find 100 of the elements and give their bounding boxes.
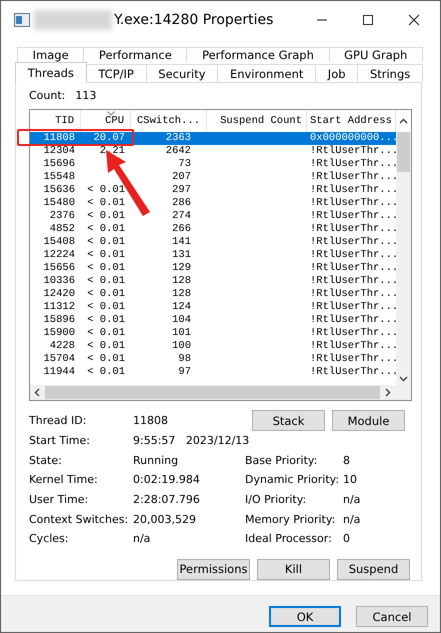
table-cell-text: !RtlUserThr... <box>309 171 396 184</box>
tab[interactable]: Image <box>17 47 84 62</box>
dialog-button[interactable]: OK <box>269 606 341 628</box>
table-cell: < 0.01 <box>87 353 125 365</box>
table-cell-text: 2642 <box>164 145 192 158</box>
field-label: Dynamic Priority: <box>245 473 340 486</box>
thread-row[interactable]: 15656 < 0.01 129 !RtlUserThr... <box>30 262 396 275</box>
table-cell: < 0.01 <box>87 197 125 209</box>
table-cell-text: !RtlUserThr... <box>309 327 396 340</box>
table-cell-text: 11808 <box>42 132 76 145</box>
scroll-down-icon[interactable] <box>399 376 408 382</box>
table-cell-text: !RtlUserThr... <box>309 145 396 158</box>
field-value: n/a <box>343 493 360 506</box>
field-value: 0:02:19.984 <box>133 473 201 486</box>
field-value: n/a <box>343 512 360 526</box>
thread-row[interactable]: 11808 20.07 2363 0x000000000... <box>30 132 396 145</box>
table-cell: 2.21 <box>100 145 125 157</box>
window-title: Y.exe:14280 Properties <box>114 12 274 28</box>
scroll-left-icon[interactable] <box>34 388 40 397</box>
field-value: n/a <box>133 532 152 546</box>
table-cell-text: 129 <box>171 262 192 275</box>
table-cell: < 0.01 <box>87 262 125 274</box>
tab[interactable]: Security <box>146 64 218 82</box>
thread-row[interactable]: 11312 < 0.01 124 !RtlUserThr... <box>30 301 396 314</box>
field-label: Ideal Processor: <box>245 532 333 546</box>
close-icon[interactable] <box>408 14 420 26</box>
table-cell: < 0.01 <box>87 314 125 326</box>
scroll-right-icon[interactable] <box>385 388 391 397</box>
thread-row[interactable]: 2376 < 0.01 274 !RtlUserThr... <box>30 210 396 223</box>
thread-row[interactable]: 10336 < 0.01 128 !RtlUserThr... <box>30 275 396 288</box>
thread-row[interactable]: 15704 < 0.01 98 !RtlUserThr... <box>30 353 396 366</box>
scroll-up-icon[interactable] <box>399 118 408 124</box>
thread-row[interactable]: 12224 < 0.01 131 !RtlUserThr... <box>30 249 396 262</box>
thread-row[interactable]: 12420 < 0.01 128 !RtlUserThr... <box>30 288 396 301</box>
thread-row[interactable]: 15696 73 !RtlUserThr... <box>30 158 396 171</box>
field-label: Cycles: <box>29 532 70 546</box>
tab[interactable]: Performance <box>83 47 188 62</box>
table-cell: < 0.01 <box>87 340 125 352</box>
scroll-thumb[interactable] <box>397 132 410 172</box>
dialog-button[interactable]: Cancel <box>356 606 428 628</box>
table-cell-text: 15900 <box>42 327 76 340</box>
tab[interactable]: GPU Graph <box>328 47 423 62</box>
thread-row[interactable]: 4852 < 0.01 266 !RtlUserThr... <box>30 223 396 236</box>
table-cell-text: 286 <box>171 197 192 210</box>
table-cell-text: !RtlUserThr... <box>309 197 396 210</box>
table-cell-text: 15548 <box>42 171 76 184</box>
tab[interactable]: Threads <box>15 62 87 83</box>
field-value: 11808 <box>133 414 169 428</box>
scroll-thumb[interactable] <box>45 386 380 399</box>
tab[interactable]: Job <box>315 64 358 82</box>
table-cell: < 0.01 <box>87 275 125 287</box>
table-cell: < 0.01 <box>87 249 125 261</box>
thread-row[interactable]: 15480 < 0.01 286 !RtlUserThr... <box>30 197 396 210</box>
thread-row[interactable]: 15896 < 0.01 104 !RtlUserThr... <box>30 314 396 327</box>
action-button[interactable]: Module <box>332 410 405 432</box>
table-cell-text: 15704 <box>42 353 76 366</box>
table-cell-text: 97 <box>177 366 192 379</box>
table-cell-text: 2376 <box>48 210 76 223</box>
action-button[interactable]: Suspend <box>337 558 410 580</box>
table-cell-text: !RtlUserThr... <box>309 158 396 171</box>
table-cell-text: !RtlUserThr... <box>309 288 396 301</box>
tab[interactable]: Performance Graph <box>186 47 330 62</box>
table-cell-text: !RtlUserThr... <box>309 275 396 288</box>
thread-row[interactable]: 11944 < 0.01 97 !RtlUserThr... <box>30 366 396 379</box>
table-cell-text: 266 <box>171 223 192 236</box>
table-cell-text: 15696 <box>42 158 76 171</box>
thread-row[interactable]: 4228 < 0.01 100 !RtlUserThr... <box>30 340 396 353</box>
table-cell-text: 128 <box>171 275 192 288</box>
field-label: Base Priority: <box>245 454 318 467</box>
table-cell-text: 10336 <box>42 275 76 288</box>
tab[interactable]: TCP/IP <box>86 64 147 82</box>
table-cell-text: 12304 <box>42 145 76 158</box>
horizontal-scrollbar[interactable] <box>30 385 411 400</box>
thread-row[interactable]: 12304 2.21 2642 !RtlUserThr... <box>30 145 396 158</box>
table-cell-text: 15408 <box>42 236 76 249</box>
table-cell-text: 104 <box>171 314 192 327</box>
action-button[interactable]: Stack <box>252 410 325 432</box>
thread-row[interactable]: 15636 < 0.01 297 !RtlUserThr... <box>30 184 396 197</box>
table-cell-text: 73 <box>177 158 192 171</box>
thread-row[interactable]: 15548 207 !RtlUserThr... <box>30 171 396 184</box>
table-cell: < 0.01 <box>87 366 125 378</box>
thread-row[interactable]: 15408 < 0.01 141 !RtlUserThr... <box>30 236 396 249</box>
table-cell: < 0.01 <box>87 288 125 300</box>
table-cell-text: 0x000000000... <box>309 132 396 145</box>
table-cell-text: 15896 <box>42 314 76 327</box>
maximize-icon[interactable] <box>362 14 374 26</box>
field-label: User Time: <box>29 493 90 506</box>
table-cell-text: !RtlUserThr... <box>309 366 396 379</box>
field-label: I/O Priority: <box>245 493 308 506</box>
table-cell-text: 131 <box>171 249 192 262</box>
thread-row[interactable]: 15900 < 0.01 101 !RtlUserThr... <box>30 327 396 340</box>
action-button[interactable]: Kill <box>257 558 330 580</box>
table-cell-text: 124 <box>171 301 192 314</box>
tab[interactable]: Strings <box>357 64 423 82</box>
vertical-scrollbar[interactable] <box>396 132 411 385</box>
field-label: Memory Priority: <box>245 512 336 526</box>
field-label: Thread ID: <box>29 414 88 428</box>
table-cell: 20.07 <box>93 132 125 144</box>
field-value: 20,003,529 <box>133 512 197 526</box>
action-button[interactable]: Permissions <box>177 558 250 580</box>
